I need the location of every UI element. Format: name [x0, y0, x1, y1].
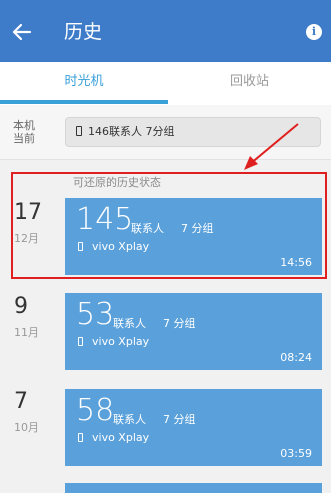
entry-day: 7 — [14, 389, 28, 414]
entry-time: 03:59 — [280, 447, 312, 460]
current-summary-text: 146联系人 7分组 — [88, 125, 175, 138]
tab-time-machine[interactable]: 时光机 — [0, 62, 168, 105]
device-row: vivo Xplay — [78, 431, 149, 444]
current-label-line1: 本机 — [13, 119, 35, 132]
entry-day: 9 — [14, 294, 28, 319]
contacts-label: 联系人 — [113, 413, 146, 426]
history-card[interactable]: 53 联系人 7 分组 vivo Xplay 08:24 — [65, 293, 322, 370]
contacts-label: 联系人 — [113, 317, 146, 330]
tab-bar: 时光机 回收站 — [0, 62, 331, 105]
annotation-arrow-icon — [244, 123, 299, 170]
device-name: vivo Xplay — [92, 335, 150, 348]
page-title: 历史 — [64, 21, 103, 43]
group-count: 7 分组 — [163, 413, 196, 426]
entry-month: 10月 — [14, 421, 39, 434]
back-arrow-icon[interactable] — [10, 21, 32, 43]
contact-count: 53 — [76, 297, 115, 332]
entry-time: 08:24 — [280, 351, 312, 364]
history-card-partial[interactable] — [65, 483, 322, 493]
phone-icon — [76, 126, 82, 136]
active-tab-indicator — [0, 100, 168, 104]
tab-recycle-bin[interactable]: 回收站 — [168, 62, 331, 105]
contact-count: 58 — [76, 393, 115, 428]
group-count: 7 分组 — [163, 317, 196, 330]
entry-month: 11月 — [14, 326, 39, 339]
device-row: vivo Xplay — [78, 335, 149, 348]
phone-icon — [78, 433, 83, 442]
annotation-highlight-box — [11, 172, 327, 279]
device-name: vivo Xplay — [92, 431, 150, 444]
current-label: 本机 当前 — [13, 119, 41, 145]
info-icon[interactable]: i — [306, 24, 322, 40]
history-card[interactable]: 58 联系人 7 分组 vivo Xplay 03:59 — [65, 389, 322, 466]
current-label-line2: 当前 — [13, 132, 35, 145]
app-bar: 历史 i — [0, 0, 331, 62]
phone-icon — [78, 337, 83, 346]
